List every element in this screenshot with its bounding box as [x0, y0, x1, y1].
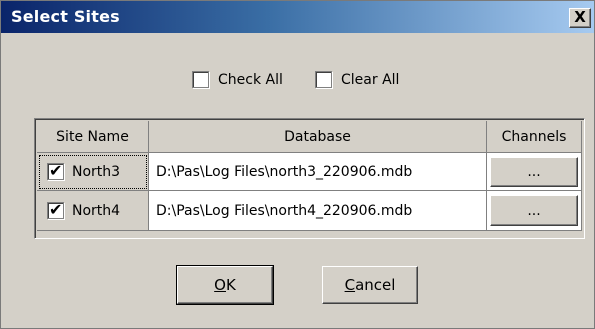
clear-all-checkbox[interactable] — [315, 71, 332, 88]
channels-cell: ... — [487, 153, 582, 191]
title-bar[interactable]: Select Sites X — [1, 1, 594, 33]
site-checkbox[interactable]: ✔ — [47, 200, 64, 219]
site-name: North4 — [72, 202, 121, 219]
ok-button[interactable]: OK — [176, 265, 274, 305]
select-sites-dialog: Select Sites X Check All Clear All Site … — [0, 0, 595, 329]
channels-button[interactable]: ... — [490, 195, 578, 226]
check-all-label: Check All — [218, 71, 283, 88]
table-row-site[interactable]: ✔ North3 — [37, 153, 149, 191]
table-row-site[interactable]: ✔ North4 — [37, 191, 149, 231]
ok-label: OK — [214, 276, 236, 294]
clear-all-label: Clear All — [341, 71, 400, 88]
header-channels[interactable]: Channels — [487, 121, 582, 153]
header-database[interactable]: Database — [149, 121, 487, 153]
cancel-button[interactable]: Cancel — [322, 266, 418, 304]
cancel-label: Cancel — [344, 276, 396, 294]
checkmark-icon: ✔ — [49, 161, 63, 180]
header-site-name[interactable]: Site Name — [37, 121, 149, 153]
clear-all-option[interactable]: Clear All — [315, 71, 399, 88]
site-name: North3 — [72, 163, 121, 180]
database-path[interactable]: D:\Pas\Log Files\north4_220906.mdb — [149, 191, 487, 231]
checkmark-icon: ✔ — [49, 200, 63, 219]
check-all-checkbox[interactable] — [192, 71, 209, 88]
close-icon: X — [574, 8, 586, 26]
sites-grid: Site Name Database Channels ✔ North3 D:\… — [34, 118, 585, 239]
close-button[interactable]: X — [569, 8, 591, 28]
database-path[interactable]: D:\Pas\Log Files\north3_220906.mdb — [149, 153, 487, 191]
check-all-option[interactable]: Check All — [192, 71, 283, 88]
dialog-title: Select Sites — [11, 7, 120, 26]
channels-button[interactable]: ... — [490, 157, 578, 187]
channels-cell: ... — [487, 191, 582, 231]
site-checkbox[interactable]: ✔ — [47, 161, 64, 180]
